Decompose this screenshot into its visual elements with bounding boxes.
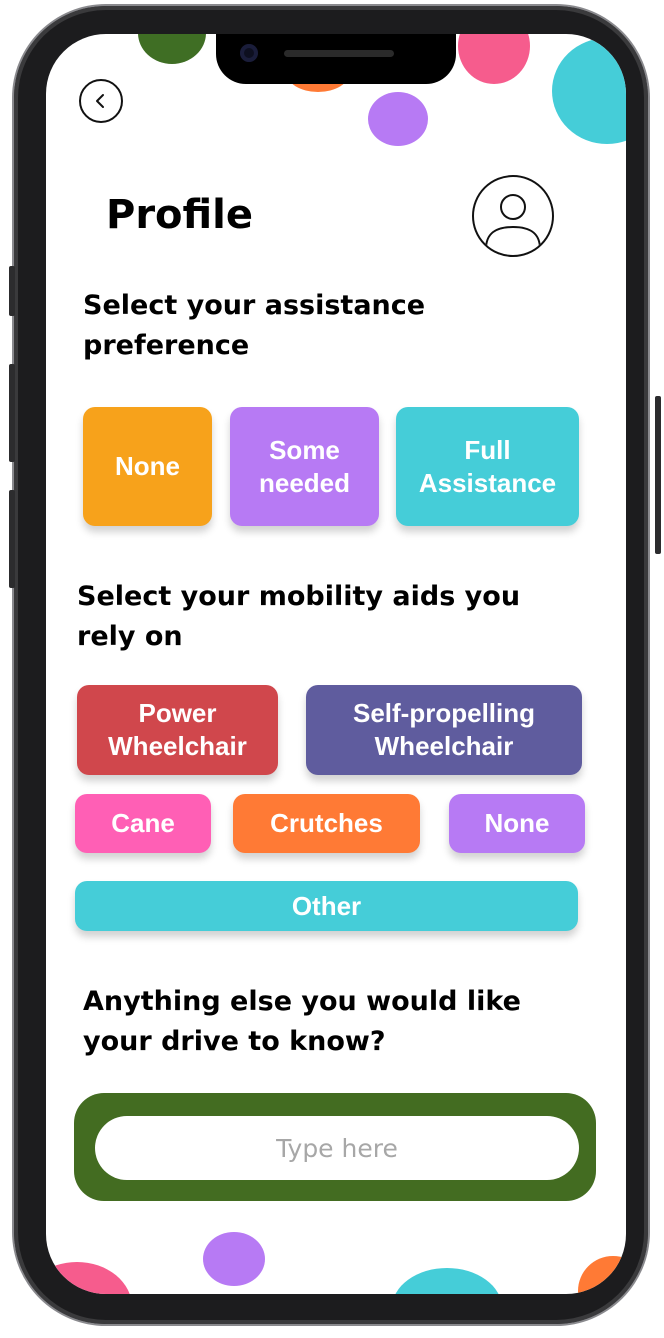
notes-input-container (74, 1093, 596, 1201)
other-label: Other (291, 890, 362, 921)
assistance-heading-line1: Select your assistance (83, 290, 426, 321)
assistance-some-label-line2: needed (258, 467, 351, 498)
assistance-full-button[interactable]: Full Assistance (396, 407, 579, 526)
power-wheelchair-label-line2: Wheelchair (108, 731, 247, 761)
side-button-volume-down (9, 490, 15, 588)
self-propelling-label-line1: Self-propelling (353, 698, 535, 728)
crutches-label: Crutches (270, 808, 383, 838)
power-wheelchair-label-line1: Power (138, 698, 217, 728)
decor-blob-teal (552, 38, 626, 144)
decor-blob-purple (368, 92, 428, 146)
front-camera (240, 44, 258, 62)
mobility-other-button[interactable]: Other (75, 881, 578, 931)
chevron-left-icon (96, 94, 104, 108)
cane-label: Cane (111, 808, 175, 838)
notes-input[interactable] (95, 1116, 579, 1180)
decor-blob-purple-bottom (203, 1232, 265, 1286)
mobility-heading-line1: Select your mobility aids you (77, 581, 521, 612)
assistance-heading-line2: preference (83, 330, 250, 361)
assistance-none-button[interactable]: None (83, 407, 212, 526)
decor-blob-pink-bottom (46, 1262, 132, 1294)
assistance-full-label-line2: Assistance (418, 467, 557, 498)
assistance-some-needed-button[interactable]: Some needed (230, 407, 379, 526)
side-button-mute (9, 266, 15, 316)
assistance-some-label-line1: Some (269, 434, 340, 465)
mobility-self-propelling-button[interactable]: Self-propelling Wheelchair (306, 685, 582, 775)
notes-heading-line2: your drive to know? (83, 1026, 386, 1057)
notes-heading-line1: Anything else you would like (83, 986, 521, 1017)
mobility-none-button[interactable]: None (449, 794, 585, 853)
mobility-crutches-button[interactable]: Crutches (233, 794, 420, 853)
assistance-none-label: None (115, 451, 180, 481)
mobility-heading: Select your mobility aids you rely on (77, 577, 520, 657)
mobility-none-label: None (484, 808, 550, 838)
speaker-grille (284, 50, 394, 57)
profile-avatar-button[interactable] (472, 175, 554, 257)
assistance-heading: Select your assistance preference (83, 286, 425, 366)
mobility-heading-line2: rely on (77, 621, 183, 652)
decor-blob-pink (458, 34, 530, 84)
app-screen: Profile Select your assistance preferenc… (46, 34, 626, 1294)
mobility-power-wheelchair-button[interactable]: Power Wheelchair (77, 685, 278, 775)
self-propelling-label-line2: Wheelchair (374, 731, 514, 761)
mobility-cane-button[interactable]: Cane (75, 794, 211, 853)
page-title: Profile (106, 192, 254, 238)
decor-blob-orange-bottom (578, 1256, 626, 1294)
side-button-power (655, 396, 661, 554)
decor-blob-green (138, 34, 206, 64)
notes-heading: Anything else you would like your drive … (83, 982, 521, 1062)
back-button[interactable] (79, 79, 123, 123)
user-avatar-icon (485, 194, 541, 250)
assistance-full-label-line1: Full (464, 434, 511, 465)
decor-blob-teal-bottom (392, 1268, 502, 1294)
side-button-volume-up (9, 364, 15, 462)
